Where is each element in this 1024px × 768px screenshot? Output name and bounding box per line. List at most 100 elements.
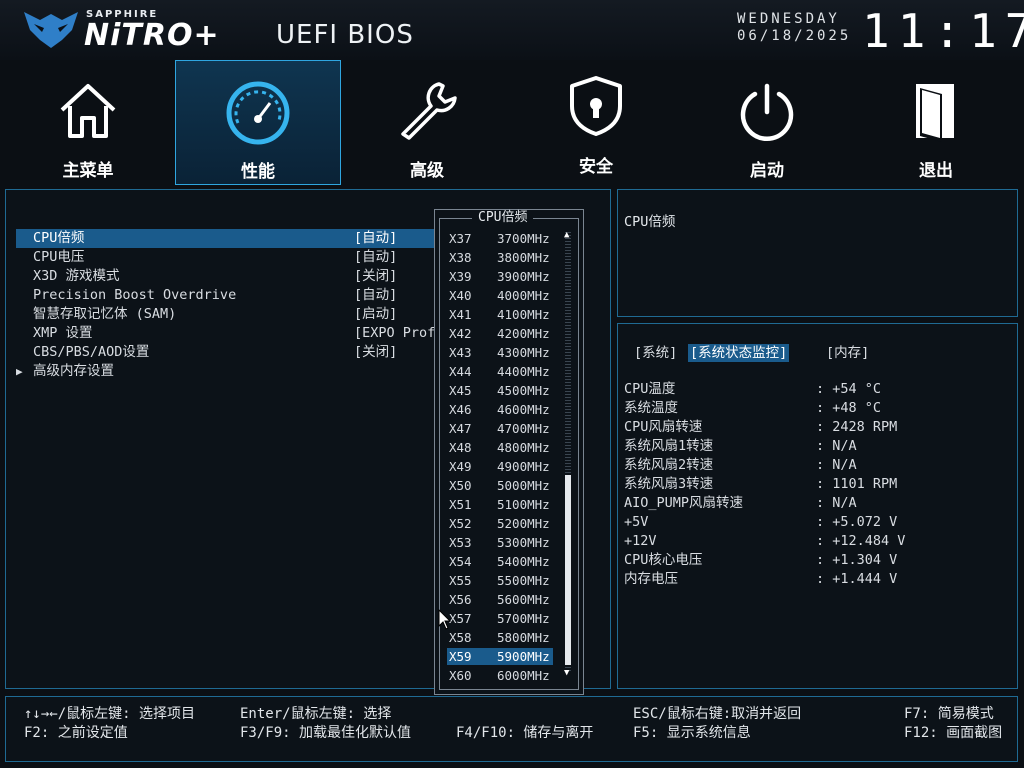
option-multiplier: X49 (449, 459, 472, 474)
popup-option[interactable]: X47 4700MHz (447, 420, 553, 437)
monitor-panel: [系统] [系统状态监控] [内存] CPU温度 : +54 °C 系统温度: +4… (617, 323, 1018, 689)
nitro-logo-icon (24, 12, 78, 48)
monitor-row: 内存电压: +1.444 V (624, 570, 1004, 589)
popup-option[interactable]: X51 5100MHz (447, 496, 553, 513)
monitor-key: +12V (624, 533, 657, 549)
menu-item-sam[interactable]: 智慧存取记忆体 (SAM) [启动] (16, 305, 434, 324)
popup-option[interactable]: X44 4400MHz (447, 363, 553, 380)
exit-door-icon (916, 84, 954, 142)
menu-item-pbo[interactable]: Precision Boost Overdrive [自动] (16, 286, 434, 305)
option-frequency: 5900MHz (497, 649, 550, 664)
popup-option[interactable]: X50 5000MHz (447, 477, 553, 494)
monitor-row: 系统风扇2转速: N/A (624, 456, 1004, 475)
popup-option[interactable]: X55 5500MHz (447, 572, 553, 589)
monitor-value: : +48 °C (816, 400, 882, 416)
menu-item-cpu-voltage[interactable]: CPU电压 [自动] (16, 248, 434, 267)
option-frequency: 4400MHz (497, 364, 550, 379)
option-multiplier: X52 (449, 516, 472, 531)
tab-performance[interactable]: 性能 (175, 60, 341, 185)
monitor-row: CPU风扇转速 : 2428 RPM (624, 418, 1004, 437)
option-multiplier: X47 (449, 421, 472, 436)
popup-option[interactable]: X60 6000MHz (447, 667, 553, 684)
option-frequency: 3700MHz (497, 231, 550, 246)
popup-option[interactable]: X37 3700MHz (447, 230, 553, 247)
menu-item-cbs-pbs-aod[interactable]: CBS/PBS/AOD设置 [关闭] (16, 343, 434, 362)
menu-item-advanced-memory[interactable]: ▶ 高级内存设置 (16, 362, 434, 381)
page-title: UEFI BIOS (276, 20, 414, 50)
option-multiplier: X38 (449, 250, 472, 265)
tab-boot[interactable]: 启动 (684, 60, 850, 185)
menu-item-label: 智慧存取记忆体 (SAM) (33, 306, 177, 322)
menu-item-label: Precision Boost Overdrive (33, 287, 237, 303)
menu-item-xmp[interactable]: XMP 设置 [EXPO Prof (16, 324, 436, 343)
popup-option[interactable]: X54 5400MHz (447, 553, 553, 570)
scroll-up-icon[interactable]: ▲ (564, 230, 569, 240)
tab-security[interactable]: 安全 (513, 60, 679, 185)
popup-option[interactable]: X49 4900MHz (447, 458, 553, 475)
popup-option[interactable]: X39 3900MHz (447, 268, 553, 285)
popup-option[interactable]: X40 4000MHz (447, 287, 553, 304)
header-bar: SAPPHIRE NiTRO+ UEFI BIOS WEDNESDAY 06/1… (0, 0, 1024, 60)
tab-performance-label: 性能 (241, 162, 275, 182)
popup-option[interactable]: X56 5600MHz (447, 591, 553, 608)
popup-option[interactable]: X45 4500MHz (447, 382, 553, 399)
help-panel: CPU倍频 (617, 189, 1018, 317)
popup-option[interactable]: X46 4600MHz (447, 401, 553, 418)
popup-option[interactable]: X42 4200MHz (447, 325, 553, 342)
help-text: CPU倍频 (624, 214, 676, 230)
menu-item-label: CBS/PBS/AOD设置 (33, 344, 150, 360)
popup-option[interactable]: X57 5700MHz (447, 610, 553, 627)
menu-item-label: X3D 游戏模式 (33, 268, 120, 284)
option-multiplier: X41 (449, 307, 472, 322)
brand-logo-text: NiTRO+ (84, 18, 220, 53)
popup-option[interactable]: X48 4800MHz (447, 439, 553, 456)
monitor-row: CPU核心电压: +1.304 V (624, 551, 1004, 570)
monitor-row: 系统温度: +48 °C (624, 399, 1004, 418)
monitor-key: CPU风扇转速 (624, 419, 703, 435)
tab-system-monitor[interactable]: [系统状态监控] (688, 344, 790, 362)
popup-scrollbar-thumb[interactable] (565, 475, 571, 665)
menu-item-label: CPU电压 (33, 249, 85, 265)
tab-system[interactable]: [系统] (632, 344, 679, 362)
monitor-row: 系统风扇3转速: 1101 RPM (624, 475, 1004, 494)
popup-option[interactable]: X52 5200MHz (447, 515, 553, 532)
monitor-row: CPU温度 : +54 °C (624, 380, 1004, 399)
option-multiplier: X37 (449, 231, 472, 246)
popup-option[interactable]: X38 3800MHz (447, 249, 553, 266)
tab-exit-label: 退出 (919, 161, 953, 181)
hint-f4-f10: F4/F10: 储存与离开 (456, 725, 594, 741)
option-multiplier: X53 (449, 535, 472, 550)
menu-item-value: [自动] (354, 230, 398, 246)
option-frequency: 5700MHz (497, 611, 550, 626)
clock-text: 11:17 (862, 4, 1024, 58)
popup-option[interactable]: X58 5800MHz (447, 629, 553, 646)
option-multiplier: X51 (449, 497, 472, 512)
tab-main[interactable]: 主菜单 (5, 60, 171, 185)
menu-item-cpu-ratio[interactable]: CPU倍频 [自动] (16, 229, 434, 248)
monitor-key: CPU温度 (624, 381, 676, 397)
option-multiplier: X58 (449, 630, 472, 645)
scroll-down-icon[interactable]: ▼ (564, 668, 569, 678)
popup-option[interactable]: X53 5300MHz (447, 534, 553, 551)
tab-memory[interactable]: [内存] (824, 344, 871, 362)
popup-option[interactable]: X41 4100MHz (447, 306, 553, 323)
monitor-value: : 2428 RPM (816, 419, 898, 435)
menu-item-value: [关闭] (354, 344, 398, 360)
monitor-key: +5V (624, 514, 649, 530)
menu-item-label: 高级内存设置 (33, 363, 114, 379)
option-multiplier: X43 (449, 345, 472, 360)
option-multiplier: X55 (449, 573, 472, 588)
monitor-value: : +54 °C (816, 381, 882, 397)
date-text: 06/18/2025 (737, 28, 852, 44)
option-multiplier: X57 (449, 611, 472, 626)
popup-option[interactable]: X43 4300MHz (447, 344, 553, 361)
monitor-key: 内存电压 (624, 571, 678, 587)
menu-item-x3d-gaming-mode[interactable]: X3D 游戏模式 [关闭] (16, 267, 434, 286)
menu-item-value: [自动] (354, 287, 398, 303)
menu-item-value: [EXPO Prof (354, 325, 436, 341)
monitor-value: : N/A (816, 438, 857, 454)
popup-option[interactable]: X59 5900MHz (447, 648, 553, 665)
tab-exit[interactable]: 退出 (853, 60, 1019, 185)
tab-advanced[interactable]: 高级 (344, 60, 510, 185)
option-multiplier: X39 (449, 269, 472, 284)
